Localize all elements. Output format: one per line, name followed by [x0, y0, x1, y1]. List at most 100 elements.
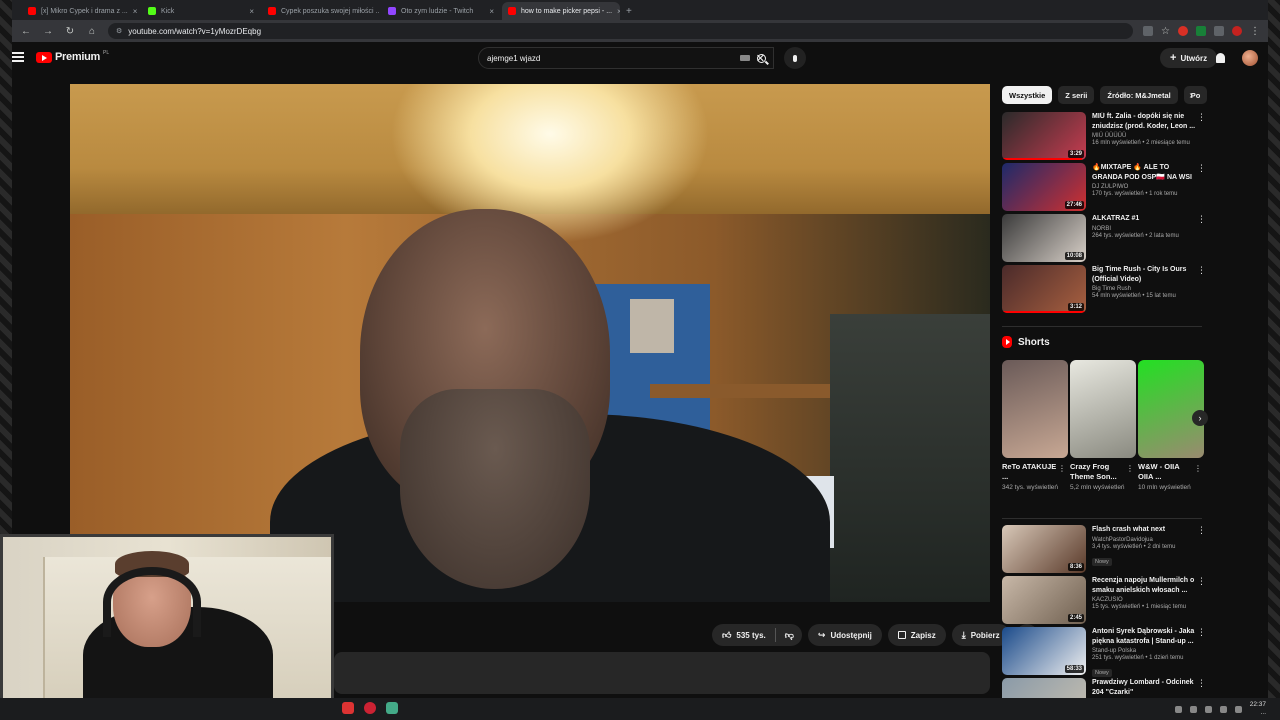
recommendation-item[interactable]: 3:29 MIÜ ft. Zalia - dopóki się nie zniud… [1002, 112, 1206, 160]
site-info-icon[interactable]: ⚙ [116, 27, 122, 35]
share-button[interactable]: ↪ Udostępnij [807, 624, 882, 646]
notifications-bell-icon[interactable] [1216, 53, 1225, 63]
back-icon[interactable]: ← [20, 26, 32, 37]
tab-close-icon[interactable]: × [617, 7, 620, 16]
video-title[interactable]: MIÜ ft. Zalia - dopóki się nie zniudzisz… [1092, 112, 1196, 131]
profile-icon[interactable] [1232, 26, 1242, 36]
short-title[interactable]: Crazy Frog Theme Son... [1070, 462, 1126, 482]
more-options-icon[interactable]: ⋮ [1197, 163, 1206, 174]
tray-icon[interactable] [1204, 705, 1212, 713]
video-thumbnail[interactable]: 3:29 [1002, 112, 1086, 160]
chevron-right-icon[interactable]: › [1184, 86, 1198, 104]
channel-name[interactable]: MIÜ ÜÜÜÜÜ [1092, 133, 1196, 139]
video-thumbnail[interactable]: 3:12 [1002, 265, 1086, 313]
filter-chip[interactable]: Wszystkie [1002, 86, 1053, 104]
more-options-icon[interactable]: ⋮ [1197, 525, 1206, 536]
address-bar[interactable]: ⚙ youtube.com/watch?v=1yMozrDEqbg [108, 23, 1134, 39]
short-title[interactable]: W&W - OIIA OIIA ... [1138, 462, 1194, 482]
reload-icon[interactable]: ↻ [64, 26, 76, 37]
channel-name[interactable]: DJ ZULPIWO [1092, 184, 1196, 190]
short-thumbnail[interactable] [1138, 360, 1204, 458]
search-input[interactable]: ajemge1 wjazd ✕ [478, 47, 774, 69]
bookmark-star-icon[interactable]: ☆ [1161, 26, 1170, 37]
video-title[interactable]: Flash crash what next [1092, 525, 1196, 535]
short-title[interactable]: ReTo ATAKUJE ... [1002, 462, 1058, 482]
video-thumbnail[interactable]: 58:33 [1002, 627, 1086, 675]
video-title[interactable]: Antoni Syrek Dąbrowski - Jaka piękna kat… [1092, 627, 1196, 646]
browser-tab[interactable]: Oto zym ludzie - Twitch × [382, 2, 500, 20]
tab-close-icon[interactable]: × [133, 7, 138, 16]
more-options-icon[interactable]: ⋮ [1197, 265, 1206, 276]
video-title[interactable]: 🔥MIXTAPE 🔥 ALE TO GRANDA POD OSP🇵🇱 NA WS… [1092, 163, 1196, 182]
more-options-icon[interactable]: ⋮ [1058, 464, 1066, 473]
video-title[interactable]: Recenzja napoju Mullermilch o smaku anie… [1092, 576, 1196, 595]
save-button[interactable]: Zapisz [887, 624, 946, 646]
video-title[interactable]: Big Time Rush - City Is Ours (Official V… [1092, 265, 1196, 284]
voice-search-button[interactable] [784, 47, 806, 69]
download-button[interactable]: ⤓ Pobierz [951, 624, 1010, 646]
recommendation-item[interactable]: 27:46 🔥MIXTAPE 🔥 ALE TO GRANDA POD OSP🇵🇱 … [1002, 163, 1206, 211]
wifi-icon[interactable] [1219, 705, 1227, 713]
more-options-icon[interactable]: ⋮ [1197, 214, 1206, 225]
channel-name[interactable]: KACZUSIO [1092, 597, 1196, 603]
more-options-icon[interactable]: ⋮ [1126, 464, 1134, 473]
recommendation-item[interactable]: 2:45 Recenzja napoju Mullermilch o smaku … [1002, 576, 1206, 624]
taskbar-app-icon[interactable] [386, 702, 398, 714]
video-thumbnail[interactable]: 27:46 [1002, 163, 1086, 211]
more-options-icon[interactable]: ⋮ [1197, 112, 1206, 123]
channel-name[interactable]: NORBI [1092, 226, 1196, 232]
description-box[interactable] [334, 652, 990, 694]
recommendation-item[interactable]: 10:08 ALKATRAZ #1 NORBI 264 tys. wyświetleń… [1002, 214, 1206, 262]
browser-tab[interactable]: Cypek poszuka swojej miłości ...× [262, 2, 380, 20]
video-thumbnail[interactable]: 10:08 [1002, 214, 1086, 262]
dislike-button[interactable]: 👎︎ [785, 630, 794, 641]
browser-tab[interactable]: [x] Mikro Cypek i drama z ... × [22, 2, 140, 20]
short-card[interactable]: W&W - OIIA OIIA ... 10 mln wyświetleń ⋮ [1138, 360, 1204, 492]
recommendation-item[interactable]: 58:33 Antoni Syrek Dąbrowski - Jaka piękn… [1002, 627, 1206, 677]
channel-name[interactable]: Big Time Rush [1092, 286, 1196, 292]
short-thumbnail[interactable] [1002, 360, 1068, 458]
filter-chip[interactable]: Z serii [1058, 86, 1095, 104]
video-player[interactable] [70, 84, 990, 602]
recommendation-item[interactable]: 3:12 Big Time Rush - City Is Ours (Offici… [1002, 265, 1206, 313]
create-button[interactable]: + Utwórz [1160, 48, 1218, 68]
browser-tab[interactable]: how to make picker pepsi - ... × [502, 2, 620, 20]
more-options-icon[interactable]: ⋮ [1197, 627, 1206, 638]
more-options-icon[interactable]: ⋮ [1197, 678, 1206, 689]
new-tab-icon[interactable]: + [626, 6, 632, 17]
account-avatar[interactable] [1242, 50, 1258, 66]
taskbar-app-icon[interactable] [342, 702, 354, 714]
video-thumbnail[interactable]: 8:36 [1002, 525, 1086, 573]
filter-chip[interactable]: Źródło: M&Jmetal [1100, 86, 1178, 104]
youtube-premium-logo[interactable]: Premium PL [36, 50, 109, 63]
recommendation-item[interactable]: 8:36 Flash crash what next WatchPastorDavi… [1002, 525, 1206, 573]
tray-icon[interactable] [1174, 705, 1182, 713]
like-button[interactable]: 👍︎ 535 tys. [722, 630, 766, 641]
home-icon[interactable]: ⌂ [86, 26, 98, 37]
extension-icon[interactable] [1196, 26, 1206, 36]
tray-icon[interactable] [1189, 705, 1197, 713]
video-thumbnail[interactable]: 2:45 [1002, 576, 1086, 624]
channel-name[interactable]: WatchPastorDavidojua [1092, 537, 1196, 543]
more-options-icon[interactable]: ⋮ [1194, 464, 1202, 473]
channel-name[interactable]: Stand-up Polska [1092, 648, 1196, 654]
volume-icon[interactable] [1234, 705, 1242, 713]
video-title[interactable]: ALKATRAZ #1 [1092, 214, 1196, 224]
extension-icon[interactable] [1178, 26, 1188, 36]
tab-close-icon[interactable]: × [489, 7, 494, 16]
browser-menu-icon[interactable]: ⋮ [1250, 26, 1260, 37]
menu-icon[interactable] [12, 52, 24, 62]
browser-tab[interactable]: Kick × [142, 2, 260, 20]
more-options-icon[interactable]: ⋮ [1197, 576, 1206, 587]
shorts-next-button[interactable]: › [1192, 410, 1208, 426]
cast-icon[interactable] [1143, 26, 1154, 36]
taskbar-clock[interactable]: 22:37 ... [1250, 701, 1266, 717]
short-card[interactable]: ReTo ATAKUJE ... 342 tys. wyświetleń ⋮ [1002, 360, 1068, 492]
extensions-puzzle-icon[interactable] [1214, 26, 1224, 36]
video-title[interactable]: Prawdziwy Lombard - Odcinek 204 "Czarki" [1092, 678, 1196, 697]
short-card[interactable]: Crazy Frog Theme Son... 5,2 mln wyświetle… [1070, 360, 1136, 492]
forward-icon[interactable]: → [42, 26, 54, 37]
search-button[interactable] [748, 47, 774, 69]
taskbar-app-icon[interactable] [364, 702, 376, 714]
tab-close-icon[interactable]: × [249, 7, 254, 16]
